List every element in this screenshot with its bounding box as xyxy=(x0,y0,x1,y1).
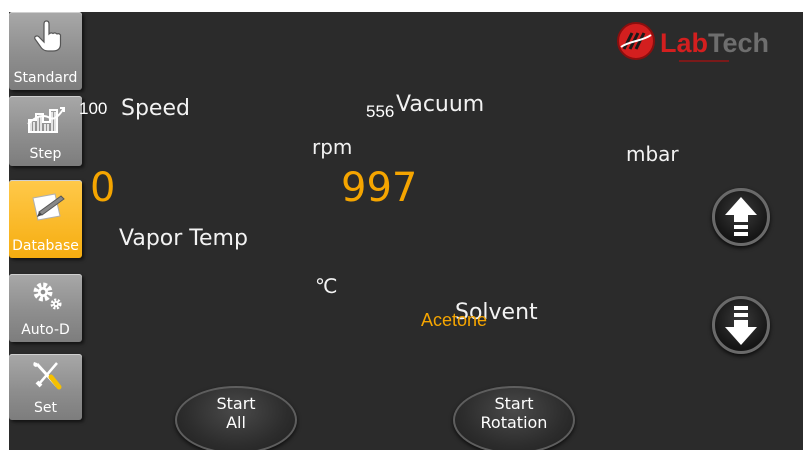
speed-unit: rpm xyxy=(312,135,353,159)
step-chart-icon xyxy=(27,107,65,133)
increase-button[interactable] xyxy=(712,188,770,246)
labtech-logo-icon xyxy=(617,22,655,60)
brand-underline xyxy=(679,60,729,62)
arrow-up-icon xyxy=(725,197,757,236)
nav-auto-d-button[interactable]: Auto-D xyxy=(9,274,82,342)
speed-label: Speed xyxy=(121,96,190,121)
gears-icon xyxy=(33,282,62,310)
brand-name-suffix: Tech xyxy=(708,28,770,58)
hand-pointer-icon xyxy=(34,20,62,52)
start-rotation-line1: Start xyxy=(494,394,534,413)
nav-set-button[interactable]: Set xyxy=(9,354,82,420)
start-rotation-line2: Rotation xyxy=(480,413,548,432)
tools-icon xyxy=(33,362,62,390)
nav-step-label: Step xyxy=(29,146,62,162)
vacuum-value: 997 xyxy=(341,165,418,211)
start-rotation-button[interactable]: Start Rotation xyxy=(453,386,575,450)
vapor-temp-unit: ℃ xyxy=(315,274,338,298)
solvent-value: Acetone xyxy=(421,310,488,330)
start-all-line2: All xyxy=(226,413,246,432)
start-all-line1: Start xyxy=(216,394,256,413)
nav-step-button[interactable]: Step xyxy=(9,96,82,166)
vacuum-unit: mbar xyxy=(626,142,679,166)
nav-database-button[interactable]: Database xyxy=(9,180,82,258)
brand-logo: LabTech xyxy=(615,18,803,64)
decrease-button[interactable] xyxy=(712,296,770,354)
speed-setpoint: 100 xyxy=(79,99,108,118)
nav-database-label: Database xyxy=(12,238,79,254)
nav-standard-button[interactable]: Standard xyxy=(9,12,82,90)
nav-set-label: Set xyxy=(34,400,57,416)
note-pen-icon xyxy=(32,193,65,221)
vapor-temp-label: Vapor Temp xyxy=(119,226,248,251)
start-all-button[interactable]: Start All xyxy=(175,386,297,450)
speed-value: 0 xyxy=(90,165,116,211)
nav-standard-label: Standard xyxy=(13,70,78,86)
nav-auto-d-label: Auto-D xyxy=(21,322,70,338)
screen: LabTech Standard Step Database Auto-D Se… xyxy=(9,12,803,450)
arrow-down-icon xyxy=(725,306,757,345)
vacuum-label: Vacuum xyxy=(396,92,485,117)
brand-name-prefix: Lab xyxy=(660,28,709,58)
vacuum-setpoint: 556 xyxy=(366,102,395,121)
